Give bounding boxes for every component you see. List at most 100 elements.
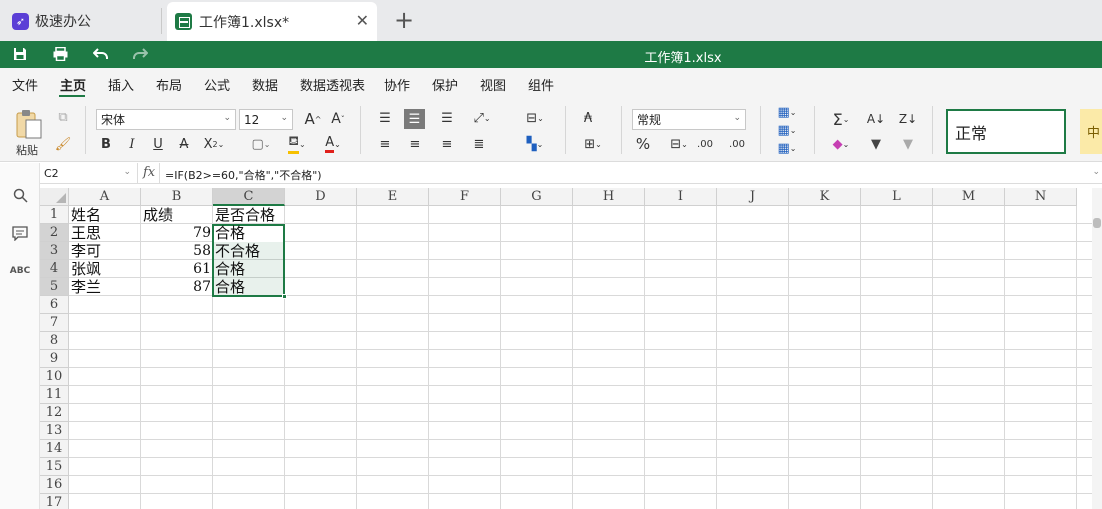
underline-icon[interactable]: U: [150, 135, 166, 153]
font-size-select[interactable]: 12 ⌄: [239, 109, 293, 130]
sort-ascending-icon[interactable]: A↓: [866, 109, 886, 129]
bold-icon[interactable]: B: [98, 135, 114, 153]
scrollbar-thumb[interactable]: [1093, 218, 1101, 228]
sort-descending-icon[interactable]: Z↓: [898, 109, 918, 129]
border-icon[interactable]: ▢ ⌄: [248, 135, 274, 153]
clear-icon[interactable]: ◆ ⌄: [826, 135, 856, 153]
align-left-icon[interactable]: ≡: [376, 135, 394, 153]
row-header-7[interactable]: 7: [40, 314, 69, 332]
cell-style-normal[interactable]: 正常: [946, 109, 1066, 154]
menu-home[interactable]: 主页: [60, 75, 86, 94]
close-tab-icon[interactable]: ✕: [356, 11, 369, 30]
table-format-icon[interactable]: ⊞ ⌄: [578, 135, 608, 153]
spreadsheet-grid[interactable]: A B C D E F G H I J K L M N 1 2 3 4 5 6 …: [40, 188, 1102, 509]
font-name-select[interactable]: 宋体 ⌄: [96, 109, 236, 130]
decrease-font-icon[interactable]: Aˇ: [328, 109, 348, 129]
increase-font-icon[interactable]: A ^: [303, 109, 323, 129]
column-header-f[interactable]: F: [429, 188, 501, 206]
row-header-6[interactable]: 6: [40, 296, 69, 314]
justify-icon[interactable]: ≣: [470, 135, 488, 153]
expand-formula-icon[interactable]: ⌄: [1092, 167, 1100, 177]
row-header-13[interactable]: 13: [40, 422, 69, 440]
column-header-a[interactable]: A: [69, 188, 141, 206]
cell-a2[interactable]: 王思: [69, 224, 141, 242]
cell-style-neutral[interactable]: 中: [1080, 109, 1102, 154]
currency-icon[interactable]: ⊟ ⌄: [664, 135, 694, 153]
function-icon[interactable]: fx: [143, 165, 155, 180]
strikethrough-icon[interactable]: A: [176, 135, 192, 153]
italic-icon[interactable]: I: [124, 135, 140, 153]
align-top-icon[interactable]: ☰: [376, 109, 394, 127]
formula-input[interactable]: =IF(B2>=60,"合格","不合格"): [165, 167, 322, 183]
cell-b3[interactable]: 58: [141, 242, 213, 260]
align-middle-icon[interactable]: ☰: [404, 109, 425, 129]
row-header-9[interactable]: 9: [40, 350, 69, 368]
cell-c2[interactable]: 合格: [213, 224, 285, 242]
column-header-g[interactable]: G: [501, 188, 573, 206]
column-header-c[interactable]: C: [213, 188, 285, 206]
column-header-k[interactable]: K: [789, 188, 861, 206]
copy-icon[interactable]: ⧉: [55, 109, 71, 125]
menu-collab[interactable]: 协作: [384, 75, 410, 94]
filter-icon[interactable]: ▼: [866, 135, 886, 153]
cell-a5[interactable]: 李兰: [69, 278, 141, 296]
clear-filter-icon[interactable]: ▼: [898, 135, 918, 153]
tab-workbook[interactable]: 工作簿1.xlsx* ✕: [167, 2, 377, 41]
row-header-10[interactable]: 10: [40, 368, 69, 386]
cell-b5[interactable]: 87: [141, 278, 213, 296]
select-all-corner[interactable]: [40, 188, 69, 206]
row-header-17[interactable]: 17: [40, 494, 69, 509]
menu-pivot[interactable]: 数据透视表: [300, 75, 365, 94]
cell-a4[interactable]: 张飒: [69, 260, 141, 278]
column-header-m[interactable]: M: [933, 188, 1005, 206]
menu-insert[interactable]: 插入: [108, 75, 134, 94]
menu-view[interactable]: 视图: [480, 75, 506, 94]
font-color-icon[interactable]: A ⌄: [318, 135, 348, 153]
format-painter-icon[interactable]: 🖌: [55, 136, 72, 152]
row-header-14[interactable]: 14: [40, 440, 69, 458]
row-header-11[interactable]: 11: [40, 386, 69, 404]
row-header-3[interactable]: 3: [40, 242, 69, 260]
menu-components[interactable]: 组件: [528, 75, 554, 94]
cell-c5[interactable]: 合格: [213, 278, 285, 296]
row-header-8[interactable]: 8: [40, 332, 69, 350]
new-tab-icon[interactable]: +: [394, 6, 414, 34]
format-cells-icon[interactable]: ▦ ⌄: [772, 140, 802, 156]
cell-a3[interactable]: 李可: [69, 242, 141, 260]
row-header-1[interactable]: 1: [40, 206, 69, 224]
cell-c3[interactable]: 不合格: [213, 242, 285, 260]
menu-file[interactable]: 文件: [12, 75, 38, 94]
cell-b2[interactable]: 79: [141, 224, 213, 242]
align-right-icon[interactable]: ≡: [438, 135, 456, 153]
row-header-15[interactable]: 15: [40, 458, 69, 476]
search-icon[interactable]: [10, 185, 30, 205]
cell-c1[interactable]: 是否合格: [213, 206, 293, 224]
menu-protect[interactable]: 保护: [432, 75, 458, 94]
insert-cells-icon[interactable]: ▦ ⌄: [772, 104, 802, 120]
align-center-icon[interactable]: ≡: [406, 135, 424, 153]
menu-data[interactable]: 数据: [252, 75, 278, 94]
spellcheck-side-icon[interactable]: ABC: [10, 261, 30, 281]
autosum-icon[interactable]: Σ ⌄: [826, 109, 856, 129]
percent-icon[interactable]: %: [634, 135, 652, 153]
menu-layout[interactable]: 布局: [156, 75, 182, 94]
subscript-icon[interactable]: X 2 ⌄: [202, 135, 226, 153]
comment-icon[interactable]: [10, 223, 30, 243]
vertical-scrollbar[interactable]: [1092, 188, 1102, 509]
wrap-text-icon[interactable]: ⊟ ⌄: [520, 109, 550, 127]
cell-b1[interactable]: 成绩: [141, 206, 213, 224]
row-header-4[interactable]: 4: [40, 260, 69, 278]
row-header-2[interactable]: 2: [40, 224, 69, 242]
delete-cells-icon[interactable]: ▦ ⌄: [772, 122, 802, 138]
paste-icon[interactable]: [14, 108, 44, 140]
row-header-5[interactable]: 5: [40, 278, 69, 296]
menu-formula[interactable]: 公式: [204, 75, 230, 94]
column-header-n[interactable]: N: [1005, 188, 1077, 206]
column-header-e[interactable]: E: [357, 188, 429, 206]
column-header-d[interactable]: D: [285, 188, 357, 206]
column-header-l[interactable]: L: [861, 188, 933, 206]
cell-a1[interactable]: 姓名: [69, 206, 141, 224]
column-header-b[interactable]: B: [141, 188, 213, 206]
align-bottom-icon[interactable]: ☰: [438, 109, 456, 127]
increase-decimal-icon[interactable]: .00: [696, 135, 714, 153]
